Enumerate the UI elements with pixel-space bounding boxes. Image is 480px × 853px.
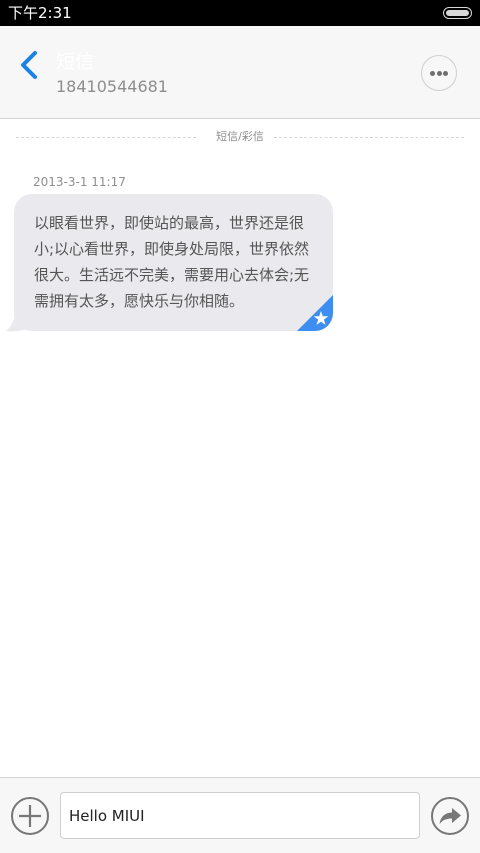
chevron-left-icon — [21, 51, 37, 79]
status-time: 下午2:31 — [8, 4, 72, 22]
battery-icon — [443, 7, 472, 19]
message-text: 以眼看世界，即使站的最高，世界还是很小;以心看世界，即使身处局限，世界依然很大。… — [34, 214, 310, 310]
divider-label: 短信/彩信 — [210, 130, 270, 143]
message-timestamp: 2013-3-1 11:17 — [33, 175, 126, 189]
contact-name: 短信 — [56, 51, 95, 73]
message-type-divider: 短信/彩信 — [16, 127, 464, 147]
more-button[interactable] — [421, 55, 457, 91]
message-bubble[interactable]: 以眼看世界，即使站的最高，世界还是很小;以心看世界，即使身处局限，世界依然很大。… — [14, 194, 333, 331]
composer-bar — [0, 777, 480, 853]
plus-circle-icon — [11, 797, 49, 835]
conversation-header: 短信 18410544681 — [0, 26, 480, 119]
status-bar: 下午2:31 — [0, 0, 480, 26]
send-icon — [431, 797, 469, 835]
star-icon — [297, 295, 333, 331]
add-attachment-button[interactable] — [10, 796, 50, 836]
send-button[interactable] — [430, 796, 470, 836]
back-button[interactable] — [14, 46, 48, 86]
contact-number: 18410544681 — [56, 77, 168, 96]
message-input[interactable] — [60, 792, 420, 839]
